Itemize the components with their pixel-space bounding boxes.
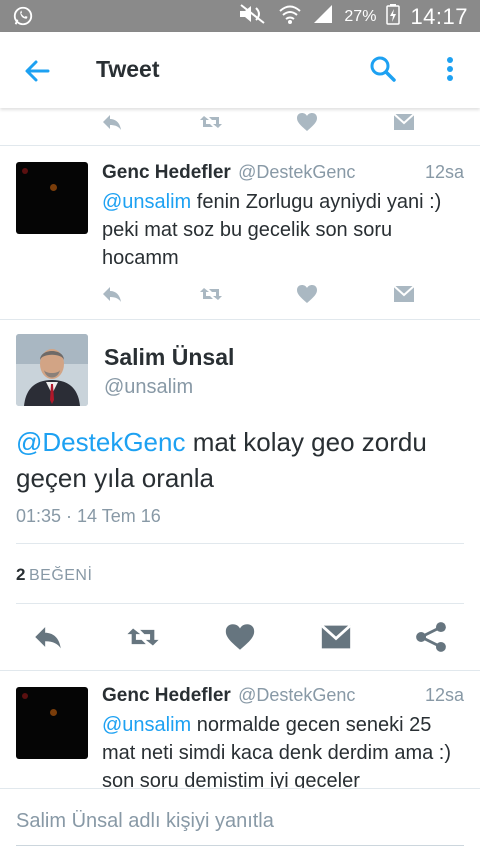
reply-icon[interactable] (100, 282, 124, 306)
reply-composer (0, 788, 480, 853)
tweet-item[interactable]: Genc Hedefler @DestekGenc 12sa @unsalim … (0, 146, 480, 320)
divider (16, 543, 464, 544)
tweet-timestamp: 12sa (424, 685, 464, 705)
like-heart-icon[interactable] (295, 282, 319, 306)
more-options-icon[interactable] (438, 54, 462, 84)
tweet-text: @unsalim fenin Zorlugu ayniydi yani :) p… (102, 188, 468, 272)
tweet-author-name[interactable]: Genc Hedefler (102, 685, 231, 706)
tweet-actions (0, 282, 480, 312)
tweet-author-handle: @DestekGenc (238, 162, 356, 182)
reply-input[interactable] (16, 803, 464, 839)
like-heart-icon[interactable] (295, 110, 319, 134)
tweet-timestamp: 12sa (424, 162, 464, 182)
direct-message-icon[interactable] (392, 282, 416, 306)
direct-message-icon[interactable] (392, 110, 416, 134)
mention-link[interactable]: @unsalim (102, 191, 191, 213)
direct-message-icon[interactable] (319, 620, 353, 654)
tweet-item[interactable]: Genc Hedefler @DestekGenc 12sa @unsalim … (0, 670, 480, 788)
avatar[interactable] (16, 334, 88, 406)
tweet-date: 01:35 · 14 Tem 16 (16, 506, 161, 526)
tweet-actions (0, 604, 480, 668)
tweet-author-handle: @unsalim (104, 376, 194, 398)
likes-count[interactable]: 2 BEĞENİ (16, 565, 92, 585)
mention-link[interactable]: @unsalim (102, 714, 191, 736)
tweet-text: @DestekGenc mat kolay geo zordu geçen yı… (16, 424, 466, 496)
tweet-author-name[interactable]: Salim Ünsal (104, 344, 234, 371)
tweet-author-handle: @DestekGenc (238, 685, 356, 705)
share-icon[interactable] (414, 620, 448, 654)
wifi-icon (278, 3, 302, 30)
retweet-icon[interactable] (199, 282, 223, 306)
focused-tweet: Salim Ünsal @unsalim @DestekGenc mat kol… (0, 320, 480, 670)
likes-number: 2 (16, 565, 26, 584)
status-bar: 27% 14:17 (0, 0, 480, 32)
app-bar: Tweet (0, 32, 480, 108)
clock: 14:17 (410, 3, 468, 29)
mute-icon (238, 3, 268, 30)
page-title: Tweet (96, 56, 160, 82)
tweet-author-name[interactable]: Genc Hedefler (102, 162, 231, 183)
battery-percent: 27% (344, 7, 377, 25)
like-heart-icon[interactable] (223, 620, 257, 654)
search-icon[interactable] (368, 54, 398, 84)
reply-icon[interactable] (31, 620, 65, 654)
back-arrow-icon[interactable] (22, 56, 52, 86)
retweet-icon[interactable] (126, 620, 160, 654)
signal-icon (312, 3, 334, 30)
reply-icon[interactable] (100, 110, 124, 134)
avatar[interactable] (16, 162, 88, 234)
battery-charging-icon (386, 3, 401, 30)
whatsapp-icon (12, 5, 34, 32)
tweet-actions-previous (0, 108, 480, 146)
likes-label: BEĞENİ (28, 567, 93, 584)
mention-link[interactable]: @DestekGenc (16, 427, 185, 457)
retweet-icon[interactable] (199, 110, 223, 134)
avatar[interactable] (16, 687, 88, 759)
reply-input-underline (16, 845, 464, 846)
tweet-text: @unsalim normalde gecen seneki 25 mat ne… (102, 711, 468, 788)
